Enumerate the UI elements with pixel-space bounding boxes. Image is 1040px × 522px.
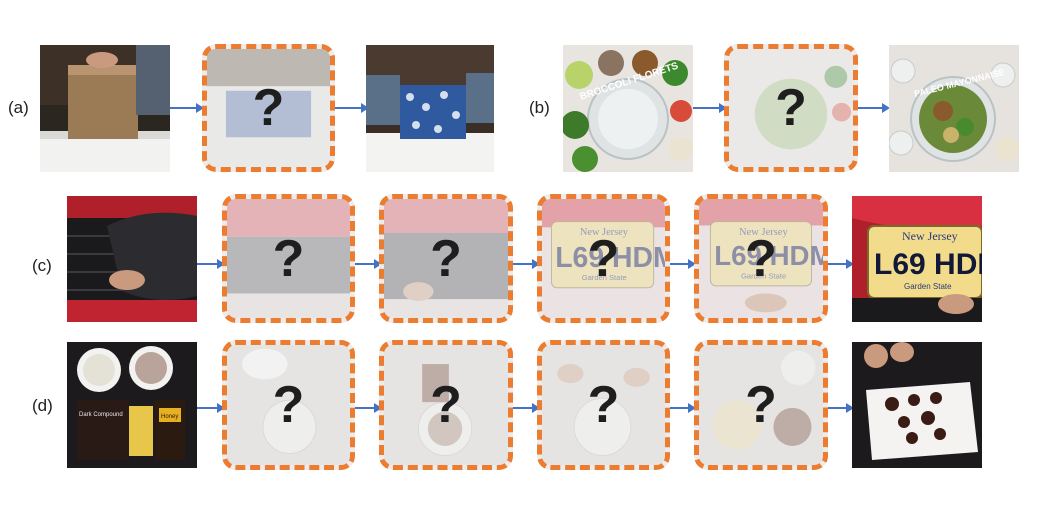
- arrow-a-2: [335, 102, 369, 114]
- row-a-start-frame: [40, 45, 170, 172]
- row-b-start-frame: BROCCOLI FLORETS: [563, 45, 693, 172]
- figure: (a) ? (b) BROCCOLI FLORETS ? PALEO MAYON…: [0, 0, 1040, 522]
- arrow-b-1: [693, 102, 727, 114]
- question-mark: ?: [430, 229, 462, 288]
- arrow-c-4: [670, 258, 696, 270]
- question-mark: ?: [775, 79, 807, 137]
- row-d-hidden-frame-3: ?: [537, 340, 670, 470]
- arrow-c-3: [513, 258, 540, 270]
- question-mark: ?: [587, 229, 620, 288]
- row-c-end-frame: New Jersey L69 HDM Garden State: [852, 196, 982, 322]
- package-text-2: Honey: [161, 414, 178, 420]
- row-c-hidden-frame-2: ?: [379, 194, 513, 323]
- arrow-c-2: [355, 258, 382, 270]
- row-c-hidden-frame-1: ?: [222, 194, 355, 323]
- row-label-c: (c): [32, 256, 52, 275]
- plate-state-text: New Jersey: [902, 229, 958, 243]
- arrow-c-5: [828, 258, 854, 270]
- row-c-hidden-frame-4: New Jersey L69 HDM Garden State ?: [694, 194, 828, 323]
- arrow-d-2: [355, 402, 382, 414]
- arrow-d-4: [670, 402, 696, 414]
- row-b-hidden-frame-1: ?: [724, 44, 858, 172]
- arrow-c-1: [197, 258, 225, 270]
- question-mark: ?: [252, 79, 285, 137]
- arrow-a-1: [170, 102, 204, 114]
- row-d-start-frame: Dark Compound Honey: [67, 342, 197, 468]
- row-d-hidden-frame-1: ?: [222, 340, 355, 470]
- plate-number-text: L69 HDM: [874, 248, 982, 281]
- row-c-start-frame: [67, 196, 197, 322]
- question-mark: ?: [745, 376, 777, 434]
- row-a-hidden-frame-1: ?: [202, 44, 335, 172]
- row-b-end-frame: PALEO MAYONNAISE: [889, 45, 1019, 172]
- question-mark: ?: [745, 229, 777, 288]
- row-d-hidden-frame-2: ?: [379, 340, 513, 470]
- row-c-hidden-frame-3: New Jersey L69 HDM Garden State ?: [537, 194, 670, 323]
- row-d-end-frame: [852, 342, 982, 468]
- package-text-1: Dark Compound: [79, 412, 123, 418]
- question-mark: ?: [272, 376, 305, 434]
- row-a-end-frame: [366, 45, 494, 172]
- question-mark: ?: [587, 376, 620, 434]
- arrow-d-1: [197, 402, 225, 414]
- row-label-d: (d): [32, 396, 53, 415]
- plate-slogan-text: Garden State: [904, 282, 952, 291]
- arrow-d-3: [513, 402, 540, 414]
- arrow-b-2: [858, 102, 890, 114]
- question-mark: ?: [430, 376, 462, 434]
- row-d-hidden-frame-4: ?: [694, 340, 828, 470]
- row-label-b: (b): [529, 98, 550, 117]
- row-label-a: (a): [8, 98, 29, 117]
- question-mark: ?: [272, 229, 305, 288]
- arrow-d-5: [828, 402, 854, 414]
